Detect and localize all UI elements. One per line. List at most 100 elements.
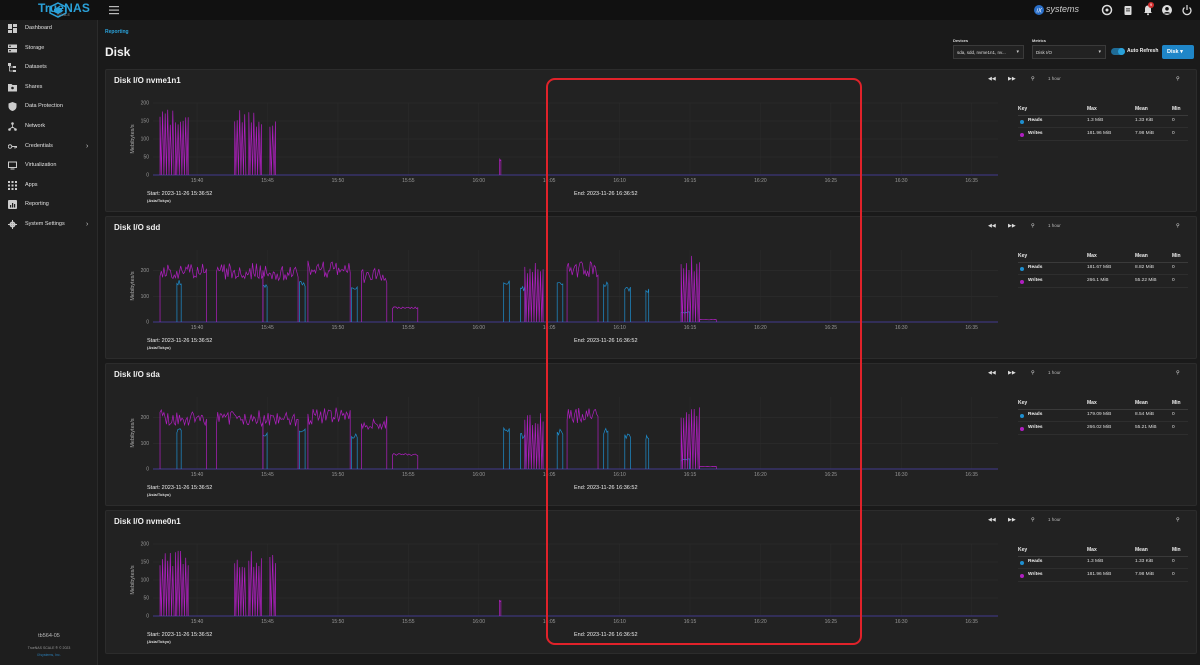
writes-series-line xyxy=(524,262,544,323)
x-tick-label: 16:35 xyxy=(965,619,978,625)
sidebar-item-system-settings[interactable]: System Settings › xyxy=(0,216,98,235)
y-tick-label: 0 xyxy=(146,614,149,620)
copyright-link[interactable]: iXsystems, Inc. xyxy=(0,653,98,657)
devices-select[interactable]: sda, sdd, nvme1n1, nv... ▾ xyxy=(953,45,1024,59)
y-tick-label: 0 xyxy=(146,467,149,473)
x-tick-label: 15:50 xyxy=(332,472,345,478)
legend-key-header: Key xyxy=(1018,400,1028,406)
legend-swatch xyxy=(1020,574,1024,578)
legend-min-value: 0 xyxy=(1172,265,1175,270)
sidebar-item-label: Apps xyxy=(25,181,38,188)
legend-min-value: 0 xyxy=(1172,559,1175,564)
writes-series-line xyxy=(524,413,544,470)
sidebar-item-label: Shares xyxy=(25,83,43,90)
writes-series-line xyxy=(307,260,351,323)
legend-mean-header: Mean xyxy=(1135,400,1148,406)
legend-mean-header: Mean xyxy=(1135,547,1148,553)
legend-row: Writes 266.1 MiB 55.22 MiB 0 xyxy=(1018,276,1188,288)
hamburger-menu-icon[interactable] xyxy=(108,4,120,16)
datasets-icon xyxy=(8,63,16,73)
sidebar-item-credentials[interactable]: Credentials › xyxy=(0,138,98,157)
x-tick-label: 15:40 xyxy=(191,472,204,478)
y-tick-label: 50 xyxy=(143,155,149,161)
ixsystems-logo-icon[interactable]: iX xyxy=(1033,4,1045,16)
writes-series-line xyxy=(269,554,276,617)
legend-max-value: 181.96 MiB xyxy=(1087,131,1112,136)
writes-series-line xyxy=(361,267,388,323)
metrics-label: Metrics xyxy=(1032,38,1047,43)
legend-row: Reads 181.67 MiB 8.82 MiB 0 xyxy=(1018,263,1188,275)
y-tick-label: 200 xyxy=(141,268,150,274)
shares-icon xyxy=(8,83,17,92)
vendor-name: systems xyxy=(1046,4,1080,14)
truecommand-icon[interactable] xyxy=(1101,4,1113,16)
legend-row: Reads 1.3 MiB 1.33 KiB 0 xyxy=(1018,116,1188,128)
legend-min-header: Min xyxy=(1172,253,1181,259)
x-tick-label: 15:45 xyxy=(261,178,274,184)
x-tick-label: 15:55 xyxy=(402,472,415,478)
writes-series-line xyxy=(175,117,189,176)
reads-series-line xyxy=(176,428,182,470)
auto-refresh-toggle[interactable] xyxy=(1111,48,1125,55)
writes-series-line xyxy=(307,407,351,470)
legend-min-value: 0 xyxy=(1172,572,1175,577)
x-tick-label: 16:30 xyxy=(895,619,908,625)
metrics-select[interactable]: Disk I/O ▾ xyxy=(1032,45,1106,59)
sidebar-item-label: Network xyxy=(25,123,46,129)
reads-series-line xyxy=(503,280,510,323)
timezone-label: (Asia/Tokyo) xyxy=(147,345,171,350)
legend-mean-value: 7.98 MiB xyxy=(1135,131,1154,136)
sidebar-item-label: Credentials xyxy=(25,142,53,149)
y-tick-label: 100 xyxy=(141,441,150,447)
sidebar-item-label: Storage xyxy=(25,44,45,51)
legend-max-header: Max xyxy=(1087,547,1097,553)
start-time: Start: 2023-11-26 15:36:52 xyxy=(147,338,213,344)
clipboard-icon[interactable] xyxy=(1122,4,1134,16)
breadcrumb[interactable]: Reporting xyxy=(105,29,129,35)
legend-mean-value: 7.98 MiB xyxy=(1135,572,1154,577)
apps-grid-icon xyxy=(8,180,17,190)
legend-mean-value: 8.54 MiB xyxy=(1135,412,1154,417)
sidebar-item-apps[interactable]: Apps xyxy=(0,177,98,196)
legend-key-header: Key xyxy=(1018,547,1028,553)
disk-menu-button[interactable]: Disk ▾ xyxy=(1162,45,1194,59)
legend-swatch xyxy=(1020,120,1024,124)
legend-min-header: Min xyxy=(1172,547,1181,553)
reads-series-line xyxy=(520,433,526,470)
account-icon[interactable] xyxy=(1161,4,1173,16)
reporting-icon xyxy=(8,200,17,210)
sidebar-item-label: Reporting xyxy=(25,201,49,208)
sidebar-item-reporting[interactable]: Reporting xyxy=(0,196,98,215)
writes-series-line xyxy=(216,410,264,470)
legend-series-name: Writes xyxy=(1028,425,1043,430)
sidebar-item-network[interactable]: Network xyxy=(0,118,98,137)
sidebar-item-shares[interactable]: Shares xyxy=(0,79,98,98)
sidebar-item-storage[interactable]: Storage xyxy=(0,40,98,59)
x-tick-label: 15:45 xyxy=(261,472,274,478)
auto-refresh-label: Auto Refresh xyxy=(1127,48,1159,54)
reads-series-line xyxy=(503,426,510,470)
chart-legend: Key Max Mean Min Reads 1.3 MiB 1.33 KiB 0 Writes… xyxy=(1018,547,1188,587)
y-tick-label: 150 xyxy=(141,560,150,566)
x-tick-label: 15:55 xyxy=(402,619,415,625)
sidebar-item-data-protection[interactable]: Data Protection xyxy=(0,98,98,117)
x-tick-label: 16:35 xyxy=(965,325,978,331)
sidebar-item-virtualization[interactable]: Virtualization xyxy=(0,157,98,176)
legend-min-header: Min xyxy=(1172,400,1181,406)
y-tick-label: 0 xyxy=(146,320,149,326)
legend-swatch xyxy=(1020,133,1024,137)
version-text: TrueNAS SCALE ® © 2023 xyxy=(27,646,71,650)
reads-series-line xyxy=(262,431,268,470)
reads-series-line xyxy=(351,285,358,323)
legend-row: Reads 179.09 MiB 8.54 MiB 0 xyxy=(1018,410,1188,422)
legend-mean-header: Mean xyxy=(1135,106,1148,112)
sidebar-item-datasets[interactable]: Datasets xyxy=(0,59,98,78)
legend-max-value: 181.67 MiB xyxy=(1087,265,1112,270)
sidebar-item-dashboard[interactable]: Dashboard xyxy=(0,20,98,39)
legend-max-value: 1.3 MiB xyxy=(1087,559,1104,564)
legend-series-name: Reads xyxy=(1028,412,1043,417)
page-title: Disk xyxy=(105,45,131,59)
x-tick-label: 16:35 xyxy=(965,472,978,478)
power-icon[interactable] xyxy=(1181,4,1193,16)
y-axis-label: Mebibytes/s xyxy=(130,418,136,448)
